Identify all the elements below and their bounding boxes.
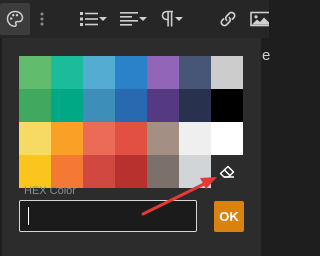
color-swatch[interactable] [179,89,211,122]
color-swatch[interactable] [83,89,115,122]
color-swatch[interactable] [147,122,179,155]
color-swatch[interactable] [211,89,243,122]
align-left-icon [119,11,139,27]
color-swatch[interactable] [211,122,243,155]
color-swatch[interactable] [51,155,83,188]
paragraph-format-button[interactable] [157,0,187,38]
color-swatch[interactable] [211,56,243,89]
color-swatch[interactable] [115,89,147,122]
editor-toolbar [0,0,269,38]
align-button[interactable] [117,0,149,38]
color-swatch[interactable] [179,56,211,89]
palette-icon[interactable] [0,0,30,38]
insert-image-button[interactable] [250,0,269,38]
color-swatch[interactable] [115,56,147,89]
hex-color-input[interactable] [19,200,197,232]
bulleted-list-icon [79,11,99,27]
color-swatch[interactable] [179,122,211,155]
chevron-down-icon [99,16,107,22]
color-swatch[interactable] [19,89,51,122]
color-swatch[interactable] [147,155,179,188]
color-swatch[interactable] [19,56,51,89]
editor-text: e [262,47,271,64]
color-picker-popup: HEX Color OK [2,38,261,256]
color-swatch[interactable] [51,89,83,122]
image-icon [250,11,269,27]
color-swatch[interactable] [19,155,51,188]
color-swatch[interactable] [115,155,147,188]
insert-link-button[interactable] [215,0,241,38]
more-vertical-icon[interactable] [36,0,48,38]
color-swatch[interactable] [51,122,83,155]
color-swatch-grid [19,56,243,188]
color-swatch[interactable] [115,122,147,155]
eraser-icon [211,155,243,188]
hex-color-label: HEX Color [24,185,76,197]
bulleted-list-button[interactable] [78,0,108,38]
color-swatch[interactable] [83,122,115,155]
color-swatch[interactable] [179,155,211,188]
link-icon [219,10,237,28]
color-swatch[interactable] [147,56,179,89]
paragraph-icon [161,10,175,28]
color-swatch[interactable] [83,56,115,89]
chevron-down-icon [139,16,147,22]
color-swatch[interactable] [147,89,179,122]
ok-button[interactable]: OK [214,201,244,232]
color-swatch[interactable] [83,155,115,188]
chevron-down-icon [175,16,183,22]
color-swatch[interactable] [51,56,83,89]
color-swatch[interactable] [19,122,51,155]
editor-background [261,38,269,256]
text-caret [28,207,29,225]
clear-color-swatch[interactable] [211,155,243,188]
